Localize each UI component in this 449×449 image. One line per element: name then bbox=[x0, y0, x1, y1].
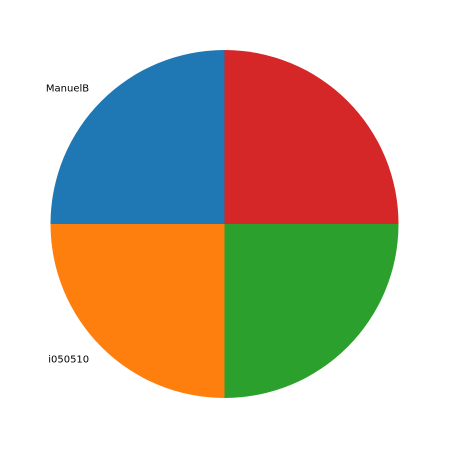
pie-slice-3 bbox=[224, 50, 399, 224]
pie-slice-label-1: i050510 bbox=[48, 354, 89, 365]
pie-chart-figure: ManuelB i050510 bbox=[46, 50, 399, 398]
pie-slice-2 bbox=[224, 224, 399, 398]
pie-slices bbox=[50, 50, 399, 398]
pie-slice-1 bbox=[50, 224, 225, 398]
pie-slice-label-0: ManuelB bbox=[46, 84, 89, 95]
pie-slice-0 bbox=[50, 50, 225, 224]
